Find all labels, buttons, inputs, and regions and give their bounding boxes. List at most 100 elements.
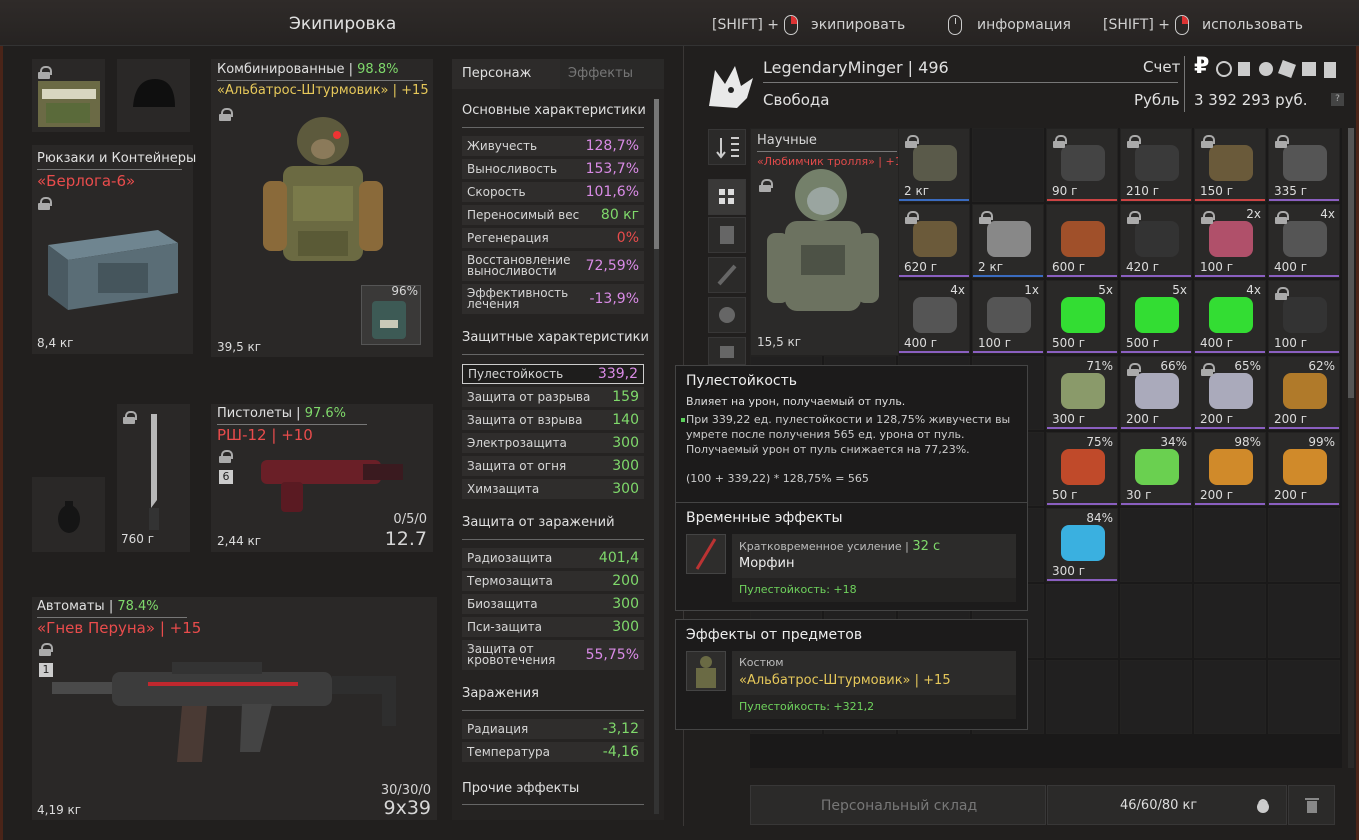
inventory-item[interactable]: 335 г	[1268, 128, 1340, 202]
lock-icon	[219, 108, 233, 121]
hint-label: информация	[977, 17, 1071, 33]
inventory-scrollbar[interactable]	[1348, 128, 1354, 768]
filter-artifact-button[interactable]	[708, 297, 746, 333]
item-icon	[1209, 297, 1253, 333]
stat-row[interactable]: Защита от разрыва 159	[462, 387, 644, 407]
stats-scrollbar[interactable]	[654, 99, 659, 814]
empty-cell[interactable]	[1268, 508, 1340, 582]
rarity-underline	[1195, 503, 1265, 505]
stat-row[interactable]: Электрозащита 300	[462, 433, 644, 453]
inventory-item[interactable]: 66% 200 г	[1120, 356, 1192, 430]
inventory-item[interactable]: 620 г	[898, 204, 970, 278]
stat-row[interactable]: Пси-защита 300	[462, 617, 644, 637]
inventory-item[interactable]: 84% 300 г	[1046, 508, 1118, 582]
helmet-slot[interactable]	[117, 59, 190, 132]
inventory-item[interactable]: 71% 300 г	[1046, 356, 1118, 430]
inventory-item[interactable]: 34% 30 г	[1120, 432, 1192, 506]
filter-armor-button[interactable]	[708, 217, 746, 253]
inventory-item[interactable]: 99% 200 г	[1268, 432, 1340, 506]
stat-row[interactable]: Защита от взрыва 140	[462, 410, 644, 430]
inventory-item[interactable]: 150 г	[1194, 128, 1266, 202]
empty-cell[interactable]	[1194, 584, 1266, 658]
stat-row[interactable]: Радиация -3,12	[462, 719, 644, 739]
stat-row[interactable]: Живучесть 128,7%	[462, 136, 644, 156]
stat-row[interactable]: Скорость 101,6%	[462, 182, 644, 202]
inventory-item[interactable]: 98% 200 г	[1194, 432, 1266, 506]
grid-icon	[719, 189, 734, 204]
inventory-item[interactable]: 75% 50 г	[1046, 432, 1118, 506]
item-icon	[987, 221, 1031, 257]
inventory-item[interactable]: 4x 400 г	[1268, 204, 1340, 278]
inventory-item[interactable]: 420 г	[1120, 204, 1192, 278]
page-title: Экипировка	[289, 14, 397, 34]
filter-weapon-button[interactable]	[708, 257, 746, 293]
filter-medical-button[interactable]	[708, 337, 746, 365]
inventory-item[interactable]: 5x 500 г	[1120, 280, 1192, 354]
item-quantity: 1x	[1024, 283, 1039, 297]
stat-row[interactable]: Температура -4,16	[462, 742, 644, 762]
item-effects-panel: Эффекты от предметов Костюм «Альбатрос-Ш…	[675, 619, 1028, 730]
stat-row[interactable]: Выносливость 153,7%	[462, 159, 644, 179]
armor-slot[interactable]: Комбинированные | 98.8% «Альбатрос-Штурм…	[211, 59, 433, 357]
backpack-slot[interactable]: Рюкзаки и Контейнеры «Берлога-6» 8,4 кг	[32, 145, 196, 354]
item-weight: 300 г	[1052, 564, 1086, 578]
inventory-item[interactable]: 2 кг	[972, 204, 1044, 278]
inventory-item[interactable]: 5x 500 г	[1046, 280, 1118, 354]
inventory-item[interactable]: 62% 200 г	[1268, 356, 1340, 430]
empty-cell[interactable]	[1268, 584, 1340, 658]
empty-cell[interactable]	[1194, 508, 1266, 582]
stat-row[interactable]: Пулестойкость 339,2	[462, 364, 644, 384]
inventory-item[interactable]: 100 г	[1268, 280, 1340, 354]
container-item[interactable]: 96%	[361, 284, 421, 345]
knife-slot[interactable]: 760 г	[117, 404, 190, 552]
inventory-item[interactable]: 4x 400 г	[1194, 280, 1266, 354]
stat-row[interactable]: Защита от огня 300	[462, 456, 644, 476]
face-slot[interactable]	[32, 59, 105, 132]
empty-cell[interactable]	[1046, 660, 1118, 734]
pistol-slot[interactable]: Пистолеты | 97.6% РШ-12 | +10 6 0/5/0 12…	[211, 404, 433, 552]
empty-cell[interactable]	[1120, 660, 1192, 734]
inventory-item[interactable]: 210 г	[1120, 128, 1192, 202]
inventory-item[interactable]: 1x 100 г	[972, 280, 1044, 354]
contam-title: Защита от заражений	[462, 515, 615, 530]
empty-cell[interactable]	[1268, 660, 1340, 734]
empty-cell[interactable]	[972, 128, 1044, 202]
tab-effects[interactable]: Эффекты	[560, 59, 664, 89]
infection-title: Заражения	[462, 686, 539, 701]
stat-row[interactable]: Биозащита 300	[462, 594, 644, 614]
trash-button[interactable]	[1288, 785, 1335, 825]
help-icon[interactable]: ?	[1331, 93, 1344, 106]
stat-row[interactable]: Радиозащита 401,4	[462, 548, 644, 568]
inventory-item[interactable]: 600 г	[1046, 204, 1118, 278]
inventory-item[interactable]: 90 г	[1046, 128, 1118, 202]
rifle-durability: 78.4%	[117, 599, 159, 614]
sort-button[interactable]	[708, 129, 746, 165]
empty-cell[interactable]	[1120, 584, 1192, 658]
grenade-slot[interactable]	[32, 477, 105, 552]
stat-row[interactable]: Переносимый вес 80 кг	[462, 205, 644, 225]
empty-cell[interactable]	[1046, 584, 1118, 658]
stat-row[interactable]: Защита от кровотечения 55,75%	[462, 640, 644, 670]
inventory-item[interactable]: 65% 200 г	[1194, 356, 1266, 430]
big-item-slot[interactable]: Научные «Любимчик тролля» | +1... 15,5 к…	[750, 128, 912, 356]
empty-cell[interactable]	[1194, 660, 1266, 734]
item-weight: 300 г	[1052, 412, 1086, 426]
filter-all-button[interactable]	[708, 179, 746, 215]
stat-value: -3,12	[602, 721, 639, 737]
stat-row[interactable]: Регенерация 0%	[462, 228, 644, 248]
inventory-item[interactable]: 2 кг	[898, 128, 970, 202]
lock-icon	[219, 450, 233, 463]
stat-row[interactable]: Восстановление выносливости 72,59%	[462, 251, 644, 281]
storage-button[interactable]: Персональный склад	[750, 785, 1046, 825]
rarity-underline	[1269, 427, 1339, 429]
stat-row[interactable]: Эффективность лечения -13,9%	[462, 284, 644, 314]
armor-name-row: «Альбатрос-Штурмовик» | +15	[217, 83, 429, 98]
empty-cell[interactable]	[1120, 508, 1192, 582]
stat-row[interactable]: Термозащита 200	[462, 571, 644, 591]
inventory-item[interactable]: 2x 100 г	[1194, 204, 1266, 278]
stat-row[interactable]: Химзащита 300	[462, 479, 644, 499]
temp-effect-bonus-row: Пулестойкость: +18	[732, 578, 1016, 602]
rifle-slot[interactable]: Автоматы | 78.4% «Гнев Перуна» | +15 1 3…	[32, 597, 437, 820]
inventory-item[interactable]: 4x 400 г	[898, 280, 970, 354]
tab-character[interactable]: Персонаж	[454, 59, 539, 89]
